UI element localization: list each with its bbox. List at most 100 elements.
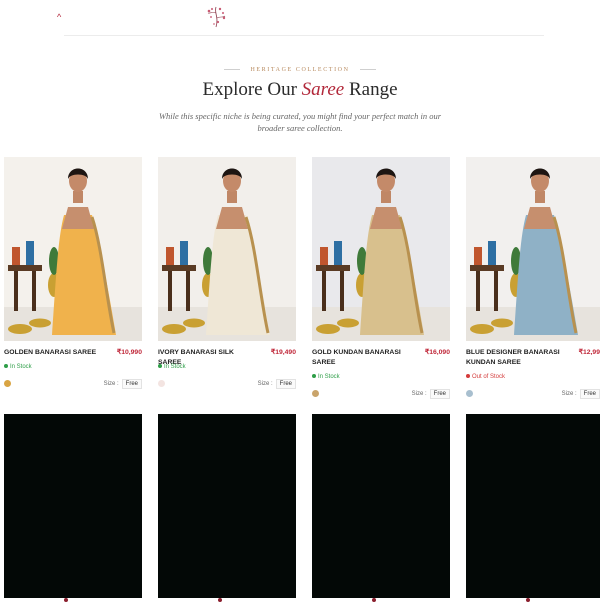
- brand-logo[interactable]: [205, 5, 227, 29]
- size-option[interactable]: Free: [579, 389, 600, 399]
- product-image[interactable]: [312, 157, 450, 341]
- lantern: [488, 241, 496, 265]
- product-image[interactable]: [158, 414, 296, 602]
- title-highlight: Saree: [301, 79, 345, 100]
- product-name[interactable]: GOLDEN BANARASI SAREE: [4, 348, 104, 358]
- lantern: [320, 247, 328, 265]
- color-swatch[interactable]: [158, 380, 165, 387]
- color-swatch[interactable]: [4, 380, 11, 387]
- model-neck: [73, 191, 83, 203]
- stock-label: In Stock: [318, 374, 340, 380]
- carousel-dot[interactable]: [64, 598, 68, 602]
- image-carousel-dots: [218, 332, 230, 341]
- product-image[interactable]: [466, 157, 600, 341]
- side-table-top: [162, 265, 196, 271]
- model-neck: [535, 191, 545, 203]
- table-leg: [186, 271, 190, 311]
- brass-plate: [183, 318, 205, 328]
- table-leg: [340, 271, 344, 311]
- product-photo: [466, 157, 600, 341]
- carousel-dot[interactable]: [378, 598, 382, 602]
- chevron-up-icon[interactable]: ^: [57, 12, 61, 22]
- brass-plate: [8, 324, 32, 334]
- image-carousel-dots: [218, 589, 230, 607]
- product-photo: [4, 157, 142, 341]
- brass-plate: [316, 324, 340, 334]
- image-carousel-dots: [64, 589, 76, 607]
- color-swatch[interactable]: [466, 390, 473, 397]
- size-info: Size : Free: [412, 389, 450, 399]
- section-eyebrow: HERITAGE COLLECTION: [0, 67, 600, 73]
- side-table-top: [470, 265, 504, 271]
- table-leg: [476, 271, 480, 311]
- side-table-top: [316, 265, 350, 271]
- table-leg: [168, 271, 172, 311]
- brass-plate: [337, 318, 359, 328]
- carousel-dot[interactable]: [372, 598, 376, 602]
- stock-dot-icon: [4, 364, 8, 369]
- product-photo: [312, 157, 450, 341]
- product-image[interactable]: [4, 157, 142, 341]
- image-carousel-dots: [526, 589, 538, 607]
- title-part2: Range: [344, 79, 398, 100]
- lantern: [334, 241, 342, 265]
- carousel-dot[interactable]: [526, 598, 530, 602]
- product-price: ₹10,990: [116, 349, 142, 356]
- size-option[interactable]: Free: [275, 379, 296, 389]
- table-leg: [32, 271, 36, 311]
- lantern: [474, 247, 482, 265]
- stock-label: In Stock: [10, 364, 32, 370]
- product-price: ₹16,090: [424, 349, 450, 356]
- table-leg: [494, 271, 498, 311]
- product-image[interactable]: [158, 157, 296, 341]
- header-divider: [64, 35, 544, 36]
- carousel-dot[interactable]: [532, 598, 536, 602]
- lantern: [166, 247, 174, 265]
- lantern: [180, 241, 188, 265]
- page-subtitle: While this specific niche is being curat…: [158, 111, 442, 133]
- stock-dot-icon: [158, 364, 162, 369]
- size-option[interactable]: Free: [121, 379, 142, 389]
- carousel-dot[interactable]: [70, 598, 74, 602]
- brass-plate: [470, 324, 494, 334]
- brass-plate: [29, 318, 51, 328]
- stock-label: In Stock: [164, 364, 186, 370]
- lantern: [26, 241, 34, 265]
- model-neck: [381, 191, 391, 203]
- product-image[interactable]: [4, 414, 142, 602]
- image-carousel-dots: [64, 332, 76, 341]
- brass-plate: [491, 318, 513, 328]
- table-leg: [322, 271, 326, 311]
- size-label: Size :: [257, 381, 273, 387]
- stock-status: In Stock: [312, 374, 340, 380]
- stock-label: Out of Stock: [472, 374, 506, 380]
- product-image[interactable]: [466, 414, 600, 602]
- carousel-dot[interactable]: [218, 598, 222, 602]
- product-name[interactable]: BLUE DESIGNER BANARASI KUNDAN SAREE: [466, 348, 566, 368]
- eyebrow-line-right: [359, 69, 376, 71]
- stock-status: In Stock: [4, 364, 32, 370]
- carousel-dot[interactable]: [224, 598, 228, 602]
- product-price: ₹19,490: [270, 349, 296, 356]
- color-swatch[interactable]: [312, 390, 319, 397]
- image-carousel-dots: [372, 589, 384, 607]
- size-label: Size :: [411, 391, 427, 397]
- product-photo: [158, 157, 296, 341]
- size-option[interactable]: Free: [429, 389, 450, 399]
- product-image[interactable]: [312, 414, 450, 602]
- product-price: ₹12,99: [578, 349, 600, 356]
- title-part1: Explore Our: [202, 79, 302, 100]
- side-table-top: [8, 265, 42, 271]
- image-carousel-dots: [372, 332, 384, 341]
- size-label: Size :: [103, 381, 119, 387]
- size-label: Size :: [561, 391, 577, 397]
- stock-dot-icon: [466, 374, 470, 379]
- stock-dot-icon: [312, 374, 316, 379]
- product-name[interactable]: GOLD KUNDAN BANARASI SAREE: [312, 348, 412, 368]
- image-carousel-dots: [526, 332, 532, 341]
- top-bar: ^: [0, 0, 600, 36]
- lantern: [12, 247, 20, 265]
- model-neck: [227, 191, 237, 203]
- size-info: Size : Free: [104, 379, 142, 389]
- table-leg: [14, 271, 18, 311]
